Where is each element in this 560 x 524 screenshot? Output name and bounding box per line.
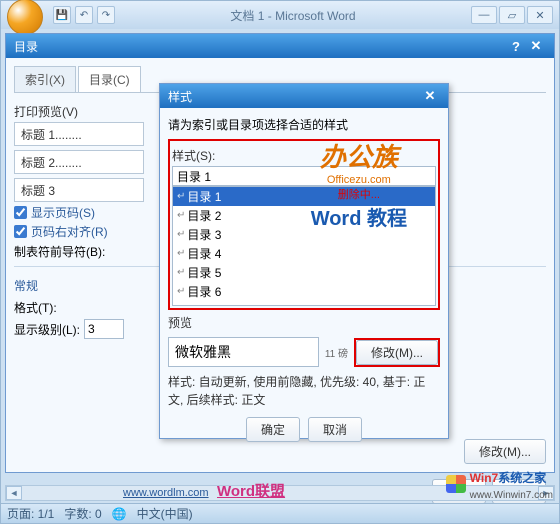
scroll-right-icon[interactable]: ►: [538, 486, 554, 500]
redo-icon[interactable]: ↷: [97, 6, 115, 24]
quick-access-toolbar: 💾 ↶ ↷: [53, 6, 115, 24]
wordlm-url[interactable]: www.wordlm.com: [123, 487, 209, 499]
style-close-icon[interactable]: ✕: [420, 88, 440, 104]
list-item[interactable]: ↵目录 5: [173, 263, 435, 282]
font-size-hint: 11 磅: [325, 345, 348, 360]
arrow-icon: ↵: [177, 191, 185, 202]
style-instruction: 请为索引或目录项选择合适的样式: [168, 116, 440, 133]
show-page-number-checkbox[interactable]: [14, 206, 27, 219]
list-item[interactable]: ↵目录 3: [173, 225, 435, 244]
font-preview-box: 微软雅黑: [168, 337, 319, 367]
minimize-button[interactable]: —: [471, 6, 497, 24]
close-icon[interactable]: ✕: [526, 38, 546, 54]
tab-leader-label: 制表符前导符(B):: [14, 243, 105, 260]
heading-preview-3: 标题 3: [14, 178, 144, 202]
scroll-left-icon[interactable]: ◄: [6, 486, 22, 500]
format-label: 格式(T):: [14, 299, 57, 316]
tab-index[interactable]: 索引(X): [14, 66, 76, 92]
arrow-icon: ↵: [177, 286, 185, 297]
right-align-checkbox[interactable]: [14, 225, 27, 238]
office-button[interactable]: [7, 0, 43, 35]
style-dialog: 样式 ✕ 请为索引或目录项选择合适的样式 样式(S): ↵目录 1 ↵目录 2 …: [159, 83, 449, 439]
maximize-button[interactable]: ▱: [499, 6, 525, 24]
show-level-label: 显示级别(L):: [14, 321, 80, 338]
status-words: 字数: 0: [64, 505, 101, 522]
style-list-label: 样式(S):: [172, 147, 215, 164]
show-page-number-label: 显示页码(S): [31, 204, 95, 221]
style-ok-button[interactable]: 确定: [246, 417, 300, 442]
status-lang-icon: 🌐: [112, 507, 127, 521]
status-page: 页面: 1/1: [7, 505, 54, 522]
word-app-window: 💾 ↶ ↷ 文档 1 - Microsoft Word — ▱ ✕ 目录 ? ✕…: [0, 0, 560, 524]
arrow-icon: ↵: [177, 210, 185, 221]
style-name-input[interactable]: [172, 166, 436, 186]
heading-preview-1: 标题 1........: [14, 122, 144, 146]
style-modify-button[interactable]: 修改(M)...: [356, 340, 438, 365]
print-preview-label: 打印预览(V): [14, 103, 78, 120]
toc-titlebar: 目录 ? ✕: [6, 34, 554, 58]
right-align-label: 页码右对齐(R): [31, 223, 108, 240]
window-controls: — ▱ ✕: [471, 6, 553, 24]
style-cancel-button[interactable]: 取消: [308, 417, 362, 442]
tab-toc[interactable]: 目录(C): [78, 66, 141, 92]
arrow-icon: ↵: [177, 267, 185, 278]
list-item[interactable]: ↵目录 4: [173, 244, 435, 263]
style-title: 样式: [168, 88, 192, 105]
close-button[interactable]: ✕: [527, 6, 553, 24]
status-language: 中文(中国): [137, 505, 193, 522]
show-level-input[interactable]: [84, 319, 124, 339]
list-item[interactable]: ↵目录 7: [173, 301, 435, 306]
style-listbox[interactable]: ↵目录 1 ↵目录 2 ↵目录 3 ↵目录 4 ↵目录 5 ↵目录 6 ↵目录 …: [172, 186, 436, 306]
common-group-label: 常规: [14, 277, 38, 294]
toc-modify-button[interactable]: 修改(M)...: [464, 439, 546, 464]
arrow-icon: ↵: [177, 229, 185, 240]
list-item[interactable]: ↵目录 6: [173, 282, 435, 301]
undo-icon[interactable]: ↶: [75, 6, 93, 24]
style-titlebar: 样式 ✕: [160, 84, 448, 108]
list-item[interactable]: ↵目录 2: [173, 206, 435, 225]
word-titlebar: 💾 ↶ ↷ 文档 1 - Microsoft Word — ▱ ✕: [1, 1, 559, 29]
app-title: 文档 1 - Microsoft Word: [115, 7, 471, 24]
heading-preview-2: 标题 2........: [14, 150, 144, 174]
preview-label: 预览: [168, 314, 192, 331]
list-item[interactable]: ↵目录 1: [173, 187, 435, 206]
style-description: 样式: 自动更新, 使用前隐藏, 优先级: 40, 基于: 正文, 后续样式: …: [168, 373, 440, 409]
arrow-icon: ↵: [177, 305, 185, 306]
wordlm-link[interactable]: Word联盟: [217, 480, 285, 501]
toc-title: 目录: [14, 38, 38, 55]
help-icon[interactable]: ?: [506, 39, 526, 54]
save-icon[interactable]: 💾: [53, 6, 71, 24]
style-selection-highlight: 样式(S): ↵目录 1 ↵目录 2 ↵目录 3 ↵目录 4 ↵目录 5 ↵目录…: [168, 139, 440, 310]
status-bar: 页面: 1/1 字数: 0 🌐 中文(中国): [1, 503, 559, 523]
arrow-icon: ↵: [177, 248, 185, 259]
